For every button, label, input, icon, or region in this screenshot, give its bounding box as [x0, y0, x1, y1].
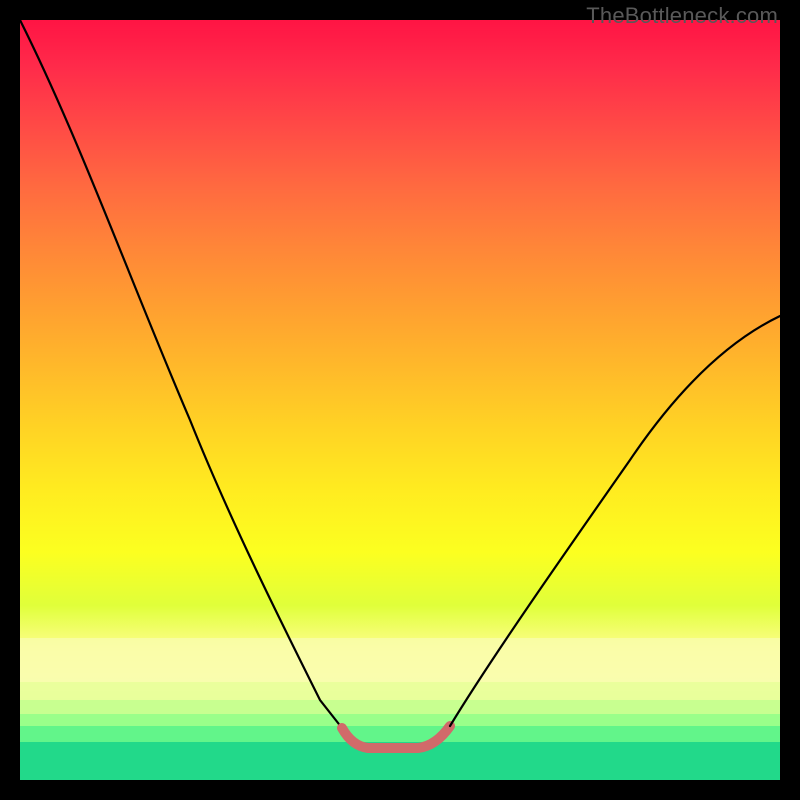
chart-frame: TheBottleneck.com — [0, 0, 800, 800]
bottleneck-curve — [20, 20, 780, 780]
curve-flat-segment — [342, 726, 450, 748]
watermark-text: TheBottleneck.com — [586, 3, 778, 29]
plot-area — [20, 20, 780, 780]
curve-left — [20, 20, 342, 728]
curve-right — [450, 316, 780, 726]
